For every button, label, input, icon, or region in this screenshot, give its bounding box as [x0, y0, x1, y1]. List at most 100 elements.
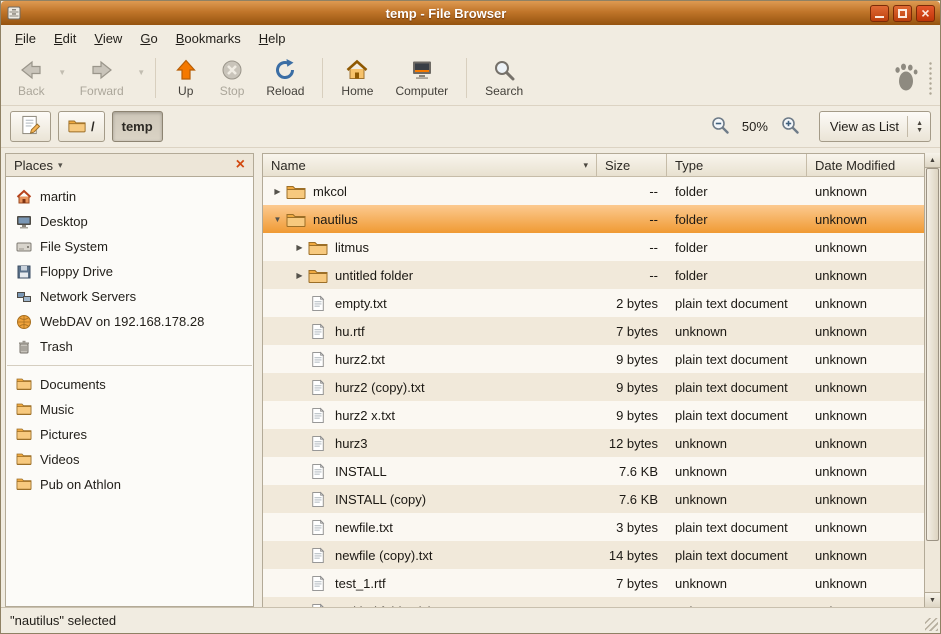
menu-help[interactable]: Help [250, 28, 295, 49]
home-button[interactable]: Home [330, 53, 384, 103]
gnome-throbber-button[interactable] [887, 53, 925, 103]
menu-bookmarks[interactable]: Bookmarks [167, 28, 250, 49]
zoom-in-button[interactable] [778, 113, 802, 140]
file-type-cell: folder [667, 184, 807, 199]
file-size-cell: 14 bytes [597, 548, 667, 563]
vertical-scrollbar[interactable]: ▲ ▼ [924, 153, 940, 607]
close-sidebar-button[interactable]: × [232, 157, 249, 173]
file-name-cell: INSTALL [263, 463, 597, 480]
table-row[interactable]: INSTALL7.6 KBunknownunknown [263, 457, 924, 485]
menu-view[interactable]: View [85, 28, 131, 49]
sidebar-item-documents[interactable]: Documents [6, 372, 253, 397]
scrollbar-thumb[interactable] [926, 168, 939, 541]
gnome-foot-icon [893, 62, 919, 95]
table-row[interactable]: hurz2.txt9 bytesplain text documentunkno… [263, 345, 924, 373]
sidebar-item-martin[interactable]: martin [6, 184, 253, 209]
file-icon [308, 519, 328, 536]
table-row[interactable]: newfile.txt3 bytesplain text documentunk… [263, 513, 924, 541]
menu-edit[interactable]: Edit [45, 28, 85, 49]
sidebar-item-pictures[interactable]: Pictures [6, 422, 253, 447]
computer-button[interactable]: Computer [384, 53, 459, 103]
sidebar-item-label: martin [40, 189, 76, 204]
expander-expanded-icon[interactable]: ▼ [269, 215, 286, 224]
edit-location-button[interactable] [10, 111, 51, 142]
file-modified-cell: unknown [807, 240, 924, 255]
file-name: hurz2.txt [335, 352, 385, 367]
file-list-view: Name ▾ Size Type Date Modified ▶mkcol--f… [262, 153, 924, 607]
computer-icon [410, 58, 434, 82]
sidebar-item-music[interactable]: Music [6, 397, 253, 422]
places-label: Places [14, 158, 53, 173]
table-row[interactable]: test_1.rtf7 bytesunknownunknown [263, 569, 924, 597]
table-row[interactable]: hurz312 bytesunknownunknown [263, 429, 924, 457]
table-row[interactable]: INSTALL (copy)7.6 KBunknownunknown [263, 485, 924, 513]
sidebar-item-trash[interactable]: Trash [6, 334, 253, 359]
table-row[interactable]: hu.rtf7 bytesunknownunknown [263, 317, 924, 345]
forward-icon [90, 58, 114, 82]
minimize-button[interactable] [870, 5, 889, 22]
file-name: empty.txt [335, 296, 387, 311]
maximize-icon [898, 9, 907, 18]
sidebar-item-pub-on-athlon[interactable]: Pub on Athlon [6, 472, 253, 497]
reload-button[interactable]: Reload [255, 53, 315, 103]
zoom-out-button[interactable] [708, 113, 732, 140]
column-header-date-modified[interactable]: Date Modified [807, 154, 924, 176]
sidebar-item-desktop[interactable]: Desktop [6, 209, 253, 234]
resize-grip[interactable] [925, 618, 938, 631]
scrollbar-track[interactable] [925, 168, 940, 592]
scroll-down-button[interactable]: ▼ [925, 592, 940, 607]
file-modified-cell: unknown [807, 352, 924, 367]
menu-go[interactable]: Go [131, 28, 166, 49]
column-header-name[interactable]: Name ▾ [263, 154, 597, 176]
file-modified-cell: unknown [807, 408, 924, 423]
sidebar-item-videos[interactable]: Videos [6, 447, 253, 472]
file-name-cell: ▼nautilus [263, 211, 597, 228]
titlebar[interactable]: temp - File Browser × [1, 1, 940, 25]
table-row[interactable]: empty.txt2 bytesplain text documentunkno… [263, 289, 924, 317]
sidebar-item-file-system[interactable]: File System [6, 234, 253, 259]
view-mode-selector[interactable]: View as List ▲▼ [819, 111, 931, 142]
scroll-up-button[interactable]: ▲ [925, 153, 940, 168]
folder-icon [16, 402, 32, 418]
sidebar-item-network-servers[interactable]: Network Servers [6, 284, 253, 309]
root-folder-button[interactable]: / [58, 111, 105, 142]
file-type-cell: plain text document [667, 380, 807, 395]
table-row[interactable]: untitled folder (2)1.7 KBunknownunknown [263, 597, 924, 607]
maximize-button[interactable] [893, 5, 912, 22]
sidebar-item-label: Desktop [40, 214, 88, 229]
places-list: martin Desktop File SystemFloppy DriveNetw… [5, 177, 254, 607]
file-modified-cell: unknown [807, 380, 924, 395]
close-button[interactable]: × [916, 5, 935, 22]
table-row[interactable]: hurz2 x.txt9 bytesplain text documentunk… [263, 401, 924, 429]
table-row[interactable]: newfile (copy).txt14 bytesplain text doc… [263, 541, 924, 569]
sidebar-item-webdav-on-192-168-178-28[interactable]: WebDAV on 192.168.178.28 [6, 309, 253, 334]
table-row[interactable]: ▼nautilus--folderunknown [263, 205, 924, 233]
file-size-cell: 7.6 KB [597, 492, 667, 507]
file-size-cell: 9 bytes [597, 352, 667, 367]
table-row[interactable]: ▶untitled folder--folderunknown [263, 261, 924, 289]
toolbar-handle[interactable] [927, 61, 934, 95]
column-header-size[interactable]: Size [597, 154, 667, 176]
expander-collapsed-icon[interactable]: ▶ [291, 243, 308, 252]
file-size-cell: -- [597, 268, 667, 283]
forward-dropdown-button: ▼ [135, 53, 148, 103]
file-size-cell: -- [597, 240, 667, 255]
search-button-label: Search [485, 84, 523, 98]
expander-collapsed-icon[interactable]: ▶ [291, 271, 308, 280]
menu-file[interactable]: File [6, 28, 45, 49]
toolbar-spacer [534, 53, 887, 103]
search-button[interactable]: Search [474, 53, 534, 103]
column-header-type[interactable]: Type [667, 154, 807, 176]
column-date-label: Date Modified [815, 158, 895, 173]
places-header[interactable]: Places ▾ × [5, 153, 254, 177]
expander-collapsed-icon[interactable]: ▶ [269, 187, 286, 196]
current-folder-button[interactable]: temp [112, 111, 163, 142]
up-button[interactable]: Up [163, 53, 209, 103]
sidebar-item-floppy-drive[interactable]: Floppy Drive [6, 259, 253, 284]
table-row[interactable]: ▶litmus--folderunknown [263, 233, 924, 261]
column-type-label: Type [675, 158, 703, 173]
pane-splitter[interactable] [254, 153, 262, 607]
table-row[interactable]: ▶mkcol--folderunknown [263, 177, 924, 205]
table-row[interactable]: hurz2 (copy).txt9 bytesplain text docume… [263, 373, 924, 401]
file-name-cell: ▶litmus [263, 239, 597, 256]
